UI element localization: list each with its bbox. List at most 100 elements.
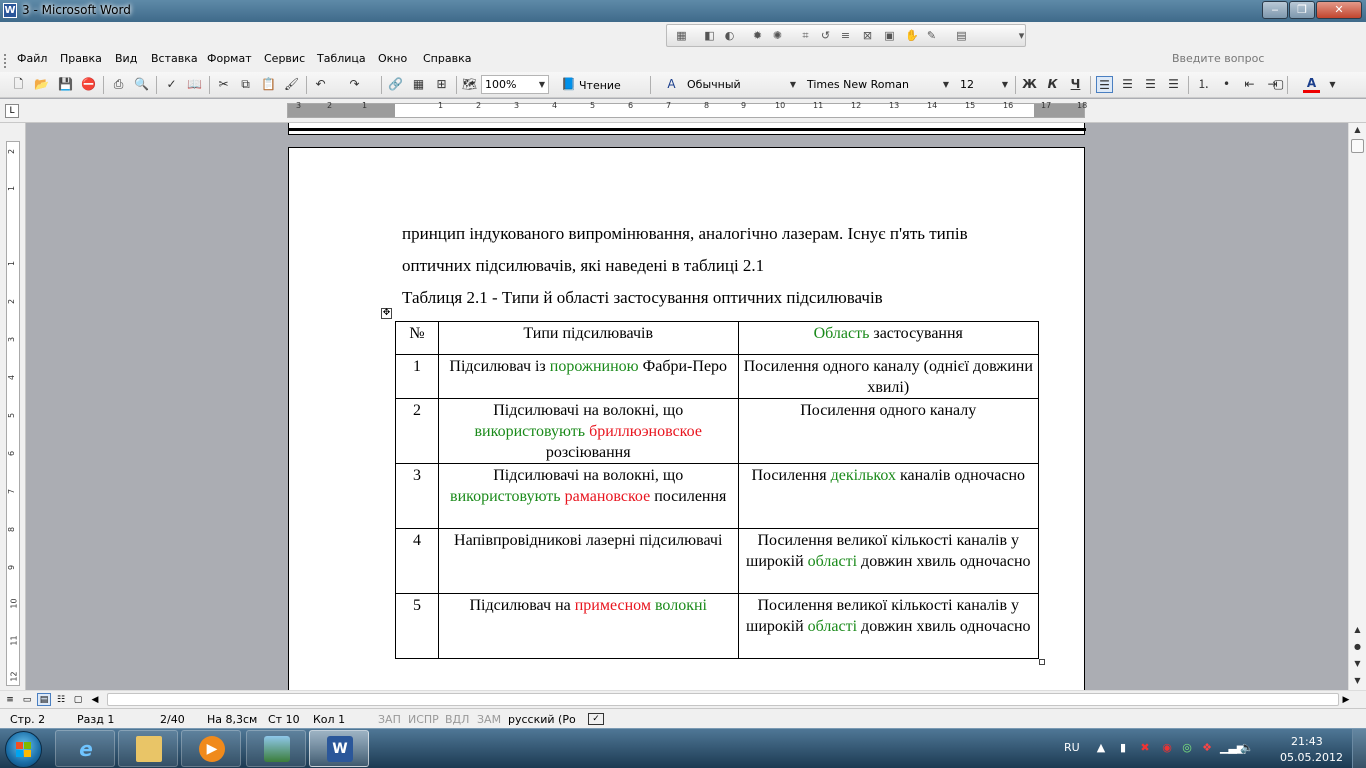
insert-picture-icon[interactable]: ▦ [675, 29, 688, 42]
tray-app-icon[interactable]: ▮ [1116, 741, 1130, 755]
taskbar-explorer[interactable] [118, 730, 178, 767]
redo-icon[interactable]: ↷ [346, 76, 363, 93]
clock-date[interactable]: 05.05.2012 [1280, 751, 1343, 764]
close-button[interactable]: ✕ [1316, 1, 1362, 19]
align-center-icon[interactable]: ☰ [1119, 76, 1136, 93]
undo-icon[interactable]: ↶ [312, 76, 329, 93]
taskbar-word[interactable]: W [309, 730, 369, 767]
cut-icon[interactable]: ✂ [215, 76, 232, 93]
normal-view-icon[interactable]: ≡ [3, 693, 17, 706]
network-error-icon[interactable]: ✖ [1138, 741, 1152, 755]
table-cell[interactable]: 2 [395, 398, 439, 464]
document-page[interactable]: принцип індукованого випромінювання, ана… [288, 147, 1085, 690]
compress-icon[interactable]: ⊠ [861, 29, 874, 42]
status-overtype[interactable]: ЗАМ [477, 713, 501, 726]
table-cell[interactable]: Типи підсилювачів [437, 321, 739, 355]
show-desktop-button[interactable] [1352, 729, 1366, 768]
table-cell[interactable]: Підсилювачі на волокні, що використовуют… [437, 398, 739, 464]
menu-edit[interactable]: Правка [60, 52, 102, 65]
amplifier-table[interactable]: № Типи підсилювачів Область застосування… [395, 321, 1040, 659]
scroll-right-icon[interactable]: ▶ [1339, 693, 1353, 706]
table-cell[interactable]: 4 [395, 528, 439, 594]
tables-borders-icon[interactable]: ▦ [410, 76, 427, 93]
decrease-indent-icon[interactable]: ⇤ [1241, 76, 1258, 93]
new-document-icon[interactable]: 🗋 [10, 76, 27, 93]
table-cell[interactable]: 3 [395, 463, 439, 529]
volume-icon[interactable]: 🔈 [1240, 741, 1254, 755]
table-move-handle-icon[interactable]: ✥ [381, 308, 392, 319]
taskbar-ie[interactable]: e [55, 730, 115, 767]
hyperlink-icon[interactable]: 🔗 [387, 76, 404, 93]
vertical-scrollbar[interactable]: ▲ ▲ ● ▼ ▼ [1348, 123, 1366, 690]
align-right-icon[interactable]: ☰ [1142, 76, 1159, 93]
status-track-changes[interactable]: ИСПР [408, 713, 439, 726]
maximize-button[interactable]: ❐ [1289, 1, 1315, 19]
menu-format[interactable]: Формат [207, 52, 252, 65]
table-cell[interactable]: 1 [395, 354, 439, 399]
borders-icon[interactable]: ▢ [1270, 76, 1287, 93]
menu-grip[interactable] [4, 54, 7, 68]
menu-view[interactable]: Вид [115, 52, 137, 65]
table-resize-handle[interactable] [1039, 659, 1045, 665]
tab-selector[interactable]: L [5, 104, 19, 118]
reading-view-icon[interactable]: ▢ [71, 693, 85, 706]
justify-icon[interactable]: ☰ [1165, 76, 1182, 93]
menu-insert[interactable]: Вставка [151, 52, 198, 65]
align-left-icon[interactable]: ☰ [1096, 76, 1113, 93]
minimize-button[interactable]: ‒ [1262, 1, 1288, 19]
crop-icon[interactable]: ⌗ [799, 29, 812, 42]
signal-icon[interactable]: ▁▃▅ [1220, 741, 1245, 755]
rotate-icon[interactable]: ↺ [819, 29, 832, 42]
copy-icon[interactable]: ⧉ [237, 76, 254, 93]
format-painter-icon[interactable]: 🖌 [283, 76, 300, 93]
table-cell[interactable]: Посилення великої кількості каналів у ши… [737, 593, 1040, 659]
numbering-icon[interactable]: ⒈ [1195, 76, 1212, 93]
status-column[interactable]: Кол 1 [313, 713, 345, 726]
bold-button[interactable]: Ж [1021, 76, 1038, 93]
status-position[interactable]: На 8,3см [207, 713, 257, 726]
font-color-dropdown-icon[interactable]: ▼ [1324, 76, 1341, 93]
web-view-icon[interactable]: ▭ [20, 693, 34, 706]
table-cell[interactable]: Посилення великої кількості каналів у ши… [737, 528, 1040, 594]
spelling-status-icon[interactable]: ✓ [588, 713, 604, 725]
set-transparent-icon[interactable]: ✎ [925, 29, 938, 42]
font-select[interactable]: Times New Roman ▼ [803, 75, 953, 94]
permission-icon[interactable]: ⛔ [80, 76, 97, 93]
menu-file[interactable]: Файл [17, 52, 47, 65]
clock-time[interactable]: 21:43 [1291, 735, 1323, 748]
hscroll-track[interactable] [107, 693, 1339, 706]
style-select[interactable]: Обычный ▼ [683, 75, 800, 94]
document-area[interactable]: принцип індукованого випромінювання, ана… [27, 123, 1348, 690]
taskbar-media-player[interactable]: ▶ [181, 730, 241, 767]
select-browse-object-icon[interactable]: ● [1351, 640, 1364, 654]
antivirus-icon[interactable]: ◉ [1160, 741, 1174, 755]
print-preview-icon[interactable]: 🔍 [133, 76, 150, 93]
table-cell[interactable]: Посилення одного каналу (однієї довжини … [737, 354, 1040, 399]
read-mode-button[interactable]: Чтение [579, 79, 621, 92]
italic-button[interactable]: К [1044, 76, 1061, 93]
text-wrap-icon[interactable]: ▣ [883, 29, 896, 42]
bullets-icon[interactable]: • [1218, 76, 1235, 93]
format-picture-icon[interactable]: ✋ [905, 29, 919, 42]
status-page[interactable]: Стр. 2 [10, 713, 45, 726]
read-mode-icon[interactable]: 📘 [560, 76, 577, 93]
status-extend[interactable]: ВДЛ [445, 713, 469, 726]
brightness-up-icon[interactable]: ✹ [751, 29, 764, 42]
paste-icon[interactable]: 📋 [260, 76, 277, 93]
table-cell[interactable]: Посилення одного каналу [737, 398, 1040, 464]
toolbar-options-icon[interactable]: ▾ [1015, 29, 1028, 42]
tray-update-icon[interactable]: ❖ [1200, 741, 1214, 755]
table-cell[interactable]: 5 [395, 593, 439, 659]
doc-map-icon[interactable]: 🗺 [461, 76, 478, 93]
outline-view-icon[interactable]: ☷ [54, 693, 68, 706]
ask-question-box[interactable]: Введите вопрос [1172, 52, 1264, 65]
word-app-icon[interactable]: W [3, 3, 17, 18]
scroll-thumb[interactable] [1351, 139, 1364, 153]
reset-picture-icon[interactable]: ▤ [955, 29, 968, 42]
table-cell[interactable]: Підсилювач на примесном волокні [437, 593, 739, 659]
open-icon[interactable]: 📂 [33, 76, 50, 93]
previous-page-icon[interactable]: ▲ [1351, 623, 1364, 637]
table-cell[interactable]: № [395, 321, 439, 355]
menu-window[interactable]: Окно [378, 52, 407, 65]
print-icon[interactable]: ⎙ [110, 76, 127, 93]
